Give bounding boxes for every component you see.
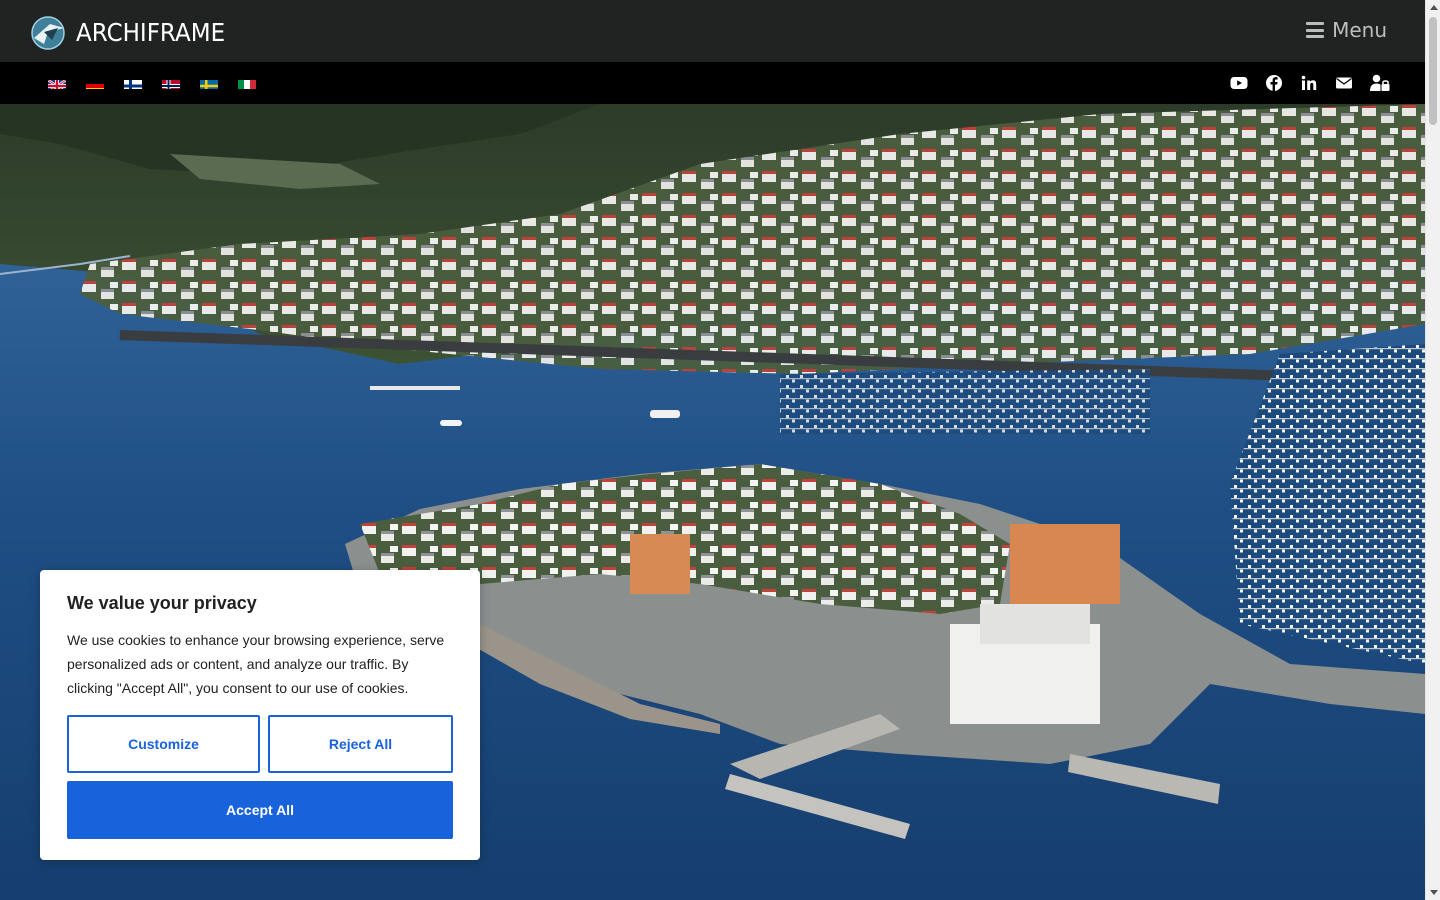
- language-switcher: [48, 77, 256, 89]
- finland-flag-icon[interactable]: [124, 77, 142, 89]
- social-links: [1230, 74, 1390, 92]
- user-lock-icon[interactable]: [1370, 74, 1390, 92]
- italy-flag-icon[interactable]: [238, 77, 256, 89]
- youtube-icon[interactable]: [1230, 74, 1248, 92]
- norway-flag-icon[interactable]: [162, 77, 180, 89]
- cookie-title: We value your privacy: [67, 593, 257, 613]
- page-scrollbar[interactable]: [1425, 0, 1440, 900]
- cookie-text: We use cookies to enhance your browsing …: [67, 632, 445, 696]
- menu-label: Menu: [1332, 18, 1387, 42]
- scroll-down-arrow-icon[interactable]: [1430, 890, 1438, 895]
- menu-button[interactable]: Menu: [1306, 18, 1387, 42]
- hamburger-icon: [1306, 22, 1325, 38]
- uk-flag-icon[interactable]: [48, 77, 66, 89]
- site-header: ARCHIFRAME Menu: [0, 0, 1425, 62]
- logo-mark-icon: [30, 16, 68, 50]
- facebook-icon[interactable]: [1265, 74, 1283, 92]
- email-icon[interactable]: [1335, 74, 1353, 92]
- utility-bar: [0, 62, 1425, 104]
- germany-flag-icon[interactable]: [86, 77, 104, 89]
- scroll-up-arrow-icon[interactable]: [1430, 5, 1438, 10]
- cookie-consent-dialog: We value your privacy We use cookies to …: [40, 570, 480, 860]
- linkedin-icon[interactable]: [1300, 74, 1318, 92]
- accept-all-button[interactable]: Accept All: [67, 781, 453, 839]
- customize-button[interactable]: Customize: [67, 715, 260, 773]
- sweden-flag-icon[interactable]: [200, 77, 218, 89]
- brand-name: ARCHIFRAME: [76, 18, 226, 47]
- logo[interactable]: ARCHIFRAME: [30, 16, 238, 50]
- cookie-secondary-actions: Customize Reject All: [67, 715, 453, 773]
- scrollbar-thumb[interactable]: [1429, 17, 1437, 125]
- reject-all-button[interactable]: Reject All: [268, 715, 453, 773]
